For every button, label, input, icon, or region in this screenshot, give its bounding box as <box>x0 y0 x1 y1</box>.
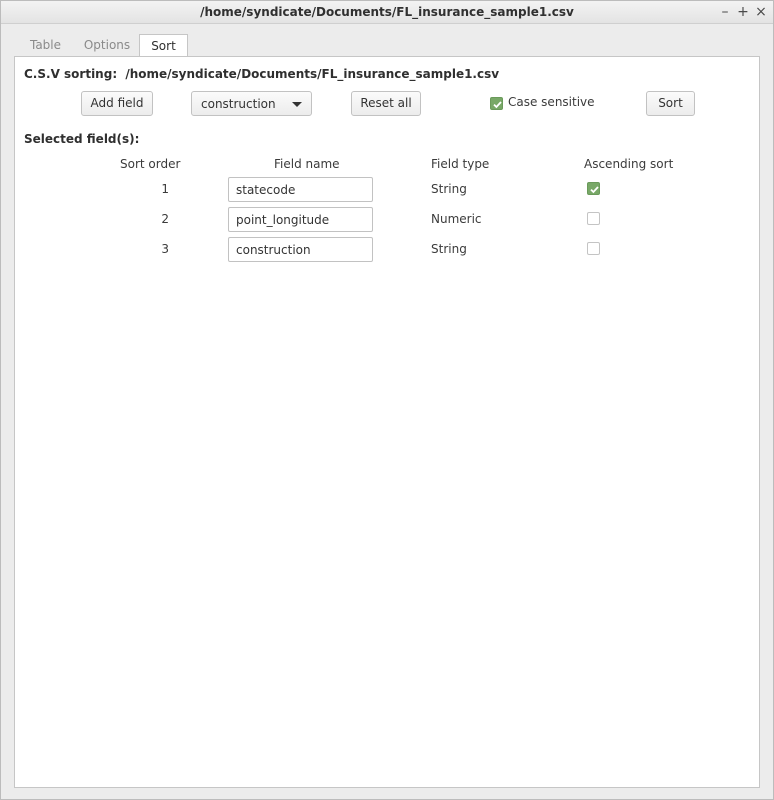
row-order: 3 <box>161 242 169 256</box>
field-name-input[interactable] <box>228 207 373 232</box>
window-title: /home/syndicate/Documents/FL_insurance_s… <box>200 5 574 19</box>
case-sensitive-checkbox[interactable] <box>490 97 503 110</box>
close-icon[interactable]: × <box>753 4 769 20</box>
chevron-down-icon <box>292 102 302 107</box>
title-bar[interactable]: /home/syndicate/Documents/FL_insurance_s… <box>1 1 773 24</box>
checkmark-icon <box>493 101 502 109</box>
sort-panel: C.S.V sorting: /home/syndicate/Documents… <box>14 56 760 788</box>
field-name-input[interactable] <box>228 237 373 262</box>
row-order: 2 <box>161 212 169 226</box>
field-name-input[interactable] <box>228 177 373 202</box>
col-field-type: Field type <box>431 157 490 171</box>
col-field-name: Field name <box>274 157 340 171</box>
reset-all-button[interactable]: Reset all <box>351 91 421 116</box>
field-type: String <box>431 242 467 256</box>
row-order: 1 <box>161 182 169 196</box>
col-sort-order: Sort order <box>120 157 181 171</box>
file-path: /home/syndicate/Documents/FL_insurance_s… <box>125 67 500 81</box>
field-select-value: construction <box>201 97 276 111</box>
add-field-button[interactable]: Add field <box>81 91 153 116</box>
col-ascending-sort: Ascending sort <box>584 157 674 171</box>
app-window: /home/syndicate/Documents/FL_insurance_s… <box>0 0 774 800</box>
sort-button[interactable]: Sort <box>646 91 695 116</box>
ascending-checkbox[interactable] <box>587 182 600 195</box>
checkmark-icon <box>590 186 599 194</box>
case-sensitive-label[interactable]: Case sensitive <box>508 95 595 109</box>
csv-sorting-heading: C.S.V sorting: /home/syndicate/Documents… <box>24 67 499 81</box>
ascending-checkbox[interactable] <box>587 242 600 255</box>
field-select[interactable]: construction <box>191 91 312 116</box>
maximize-icon[interactable]: + <box>735 4 751 20</box>
minimize-icon[interactable]: – <box>717 4 733 20</box>
field-type: Numeric <box>431 212 482 226</box>
csv-sorting-label: C.S.V sorting: <box>24 67 118 81</box>
field-type: String <box>431 182 467 196</box>
tab-options[interactable]: Options <box>75 34 139 57</box>
tab-table[interactable]: Table <box>17 34 74 57</box>
tab-sort[interactable]: Sort <box>139 34 188 57</box>
selected-fields-heading: Selected field(s): <box>24 132 140 146</box>
ascending-checkbox[interactable] <box>587 212 600 225</box>
